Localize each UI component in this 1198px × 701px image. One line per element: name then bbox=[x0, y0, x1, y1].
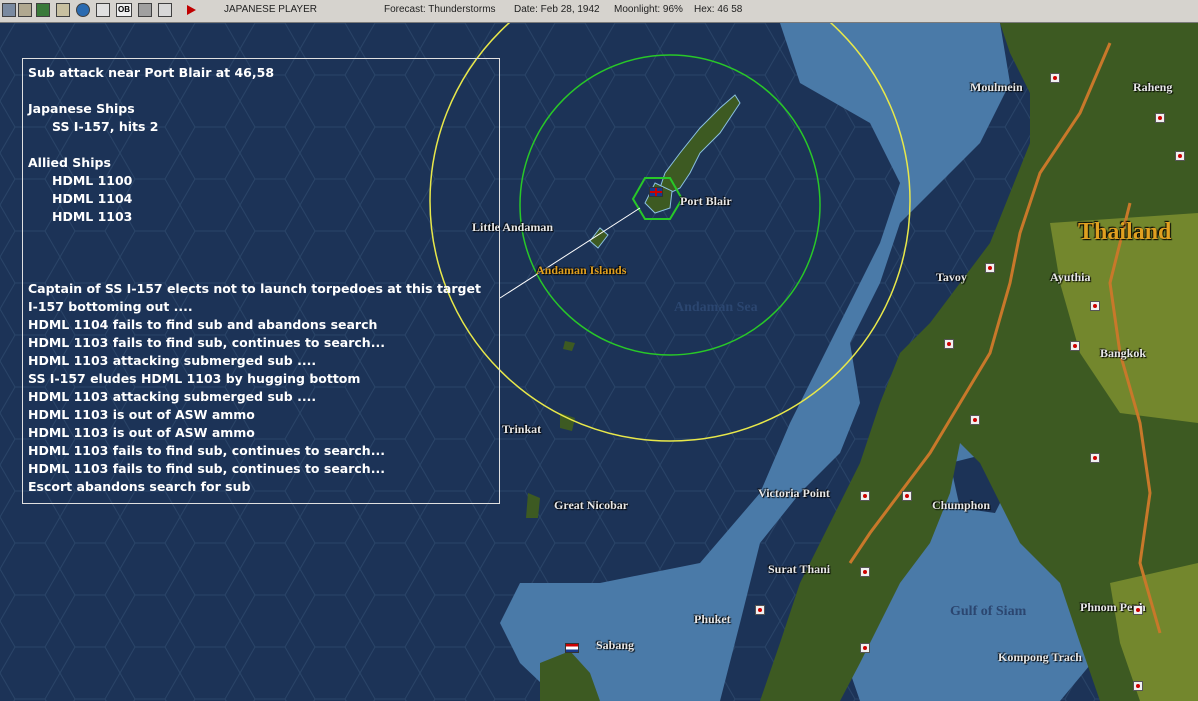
refresh-icon[interactable] bbox=[96, 3, 110, 17]
label-victoria-point: Victoria Point bbox=[758, 486, 830, 500]
ob-icon[interactable]: OB bbox=[116, 3, 132, 17]
base-marker[interactable] bbox=[1155, 113, 1165, 123]
combat-log-line: HDML 1103 is out of ASW ammo bbox=[28, 407, 255, 422]
base-marker[interactable] bbox=[944, 339, 954, 349]
combat-log-line: SS I-157 eludes HDML 1103 by hugging bot… bbox=[28, 371, 361, 386]
label-sabang: Sabang bbox=[596, 638, 635, 652]
ob-label: OB bbox=[118, 5, 130, 14]
allied-ship-entry: HDML 1100 bbox=[52, 173, 133, 188]
base-marker[interactable] bbox=[1133, 681, 1143, 691]
label-moulmein: Moulmein bbox=[970, 80, 1023, 94]
base-marker[interactable] bbox=[860, 567, 870, 577]
combat-log-line: HDML 1103 is out of ASW ammo bbox=[28, 425, 255, 440]
top-toolbar: OB JAPANESE PLAYER Forecast: Thunderstor… bbox=[0, 0, 1198, 23]
player-label: JAPANESE PLAYER bbox=[224, 4, 317, 15]
base-marker[interactable] bbox=[902, 491, 912, 501]
label-thailand: Thailand bbox=[1078, 219, 1172, 245]
base-marker[interactable] bbox=[860, 491, 870, 501]
play-icon[interactable] bbox=[184, 3, 198, 17]
report-icon[interactable] bbox=[138, 3, 152, 17]
label-great-nicobar: Great Nicobar bbox=[554, 498, 629, 512]
label-bangkok: Bangkok bbox=[1100, 346, 1147, 360]
combat-log-line: HDML 1103 attacking submerged sub .... bbox=[28, 353, 317, 368]
combat-log-line: Captain of SS I-157 elects not to launch… bbox=[28, 281, 481, 296]
base-marker[interactable] bbox=[1133, 605, 1143, 615]
base-marker[interactable] bbox=[755, 605, 765, 615]
moonlight-label: Moonlight: 96% bbox=[614, 4, 683, 15]
combat-report-title: Sub attack near Port Blair at 46,58 bbox=[28, 65, 275, 80]
combat-log-line: HDML 1103 fails to find sub, continues t… bbox=[28, 335, 385, 350]
label-tavoy: Tavoy bbox=[936, 270, 967, 284]
sheet-icon[interactable] bbox=[158, 3, 172, 17]
label-andaman-sea: Andaman Sea bbox=[674, 300, 758, 315]
label-gulf-of-siam: Gulf of Siam bbox=[950, 604, 1027, 619]
base-marker[interactable] bbox=[1090, 453, 1100, 463]
combat-log-line: I-157 bottoming out .... bbox=[28, 299, 193, 314]
combat-log-line: HDML 1103 fails to find sub, continues t… bbox=[28, 461, 385, 476]
base-marker[interactable] bbox=[860, 643, 870, 653]
label-kompong-trach: Kompong Trach bbox=[998, 650, 1082, 664]
allied-ship-entry: HDML 1103 bbox=[52, 209, 133, 224]
label-surat-thani: Surat Thani bbox=[768, 562, 831, 576]
globe-icon[interactable] bbox=[76, 3, 90, 17]
combat-log-line: HDML 1103 attacking submerged sub .... bbox=[28, 389, 317, 404]
list-icon[interactable] bbox=[18, 3, 32, 17]
base-marker[interactable] bbox=[1090, 301, 1100, 311]
label-raheng: Raheng bbox=[1133, 80, 1173, 94]
label-andaman-islands: Andaman Islands bbox=[536, 263, 627, 277]
dutch-flag-icon[interactable] bbox=[565, 643, 579, 653]
combat-report-panel: Sub attack near Port Blair at 46,58 Japa… bbox=[22, 58, 500, 504]
label-port-blair: Port Blair bbox=[680, 194, 732, 208]
map-icon[interactable] bbox=[36, 3, 50, 17]
box-icon[interactable] bbox=[56, 3, 70, 17]
base-marker[interactable] bbox=[1175, 151, 1185, 161]
japanese-ship-entry: SS I-157, hits 2 bbox=[52, 119, 159, 134]
label-chumphon: Chumphon bbox=[932, 498, 991, 512]
base-marker[interactable] bbox=[1070, 341, 1080, 351]
label-phuket: Phuket bbox=[694, 612, 731, 626]
forecast-label: Forecast: Thunderstorms bbox=[384, 4, 496, 15]
date-label: Date: Feb 28, 1942 bbox=[514, 4, 600, 15]
combat-log-line: HDML 1103 fails to find sub, continues t… bbox=[28, 443, 385, 458]
combat-log-line: Escort abandons search for sub bbox=[28, 479, 251, 494]
ship-icon[interactable] bbox=[2, 3, 16, 17]
allied-ships-header: Allied Ships bbox=[28, 155, 111, 170]
hex-label: Hex: 46 58 bbox=[694, 4, 743, 15]
base-marker[interactable] bbox=[970, 415, 980, 425]
allied-ship-entry: HDML 1104 bbox=[52, 191, 133, 206]
allied-flag-icon[interactable] bbox=[649, 187, 663, 197]
combat-log-line: HDML 1104 fails to find sub and abandons… bbox=[28, 317, 378, 332]
label-trinkat: Trinkat bbox=[502, 422, 542, 436]
base-marker[interactable] bbox=[1050, 73, 1060, 83]
label-ayuthia: Ayuthia bbox=[1050, 270, 1091, 284]
japanese-ships-header: Japanese Ships bbox=[28, 101, 135, 116]
base-marker[interactable] bbox=[985, 263, 995, 273]
